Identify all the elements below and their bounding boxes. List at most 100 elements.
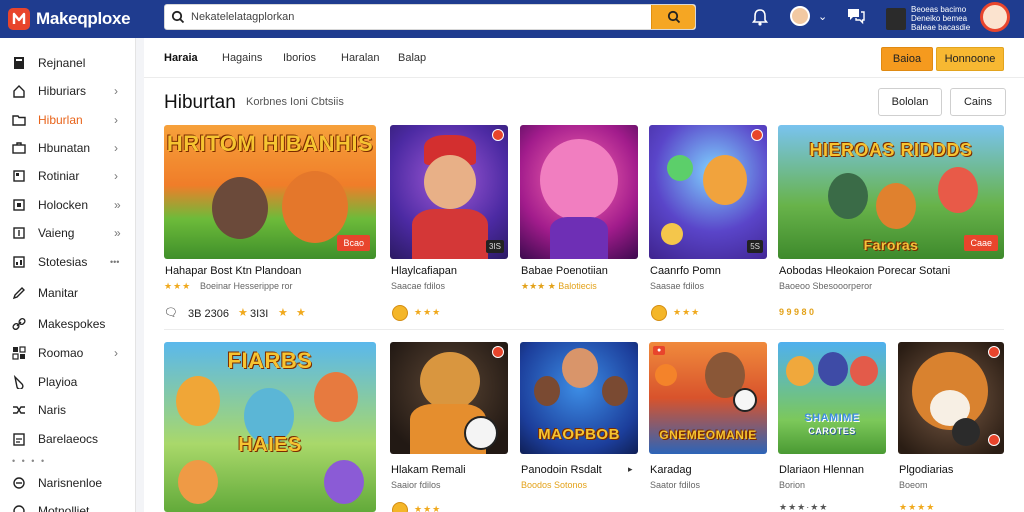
game-meta: Saator fdilos: [650, 480, 701, 490]
game-title: Hahapar Bost Ktn Plandoan: [165, 265, 302, 277]
app-logo[interactable]: Makeqploxe: [8, 8, 131, 30]
row-divider: [164, 329, 1004, 330]
game-banner-text: MAOPBOB: [538, 426, 620, 443]
logo-mark-icon: [8, 8, 30, 30]
game-badge: Bcao: [337, 235, 370, 251]
box-icon: [11, 197, 27, 213]
sidebar-item[interactable]: Naris: [0, 397, 136, 423]
book-icon: [11, 55, 27, 71]
game-banner-text: HIEROAS RIDDDS: [809, 140, 973, 160]
sidebar-item-label: Narisnenloe: [38, 476, 103, 490]
chevron-right-icon: ›: [114, 84, 118, 98]
sidebar-item-label: Makespokes: [38, 317, 106, 331]
tab-haralan[interactable]: Haralan: [341, 52, 380, 64]
sidebar-item[interactable]: Hiburlan ›: [0, 107, 136, 133]
main-content: Haraia Hagains Iborios Haralan Balap Bai…: [144, 38, 1024, 512]
sidebar-item[interactable]: Roomao ›: [0, 340, 136, 366]
primary-tab-button[interactable]: Baioa: [881, 47, 933, 71]
search-button[interactable]: [651, 5, 695, 29]
game-meta: Boodos Sotonos: [521, 480, 588, 490]
game-title: Aobodas Hleokaion Porecar Sotani: [779, 265, 951, 277]
home-icon: [11, 83, 27, 99]
search-icon: [165, 5, 191, 29]
tab-haraia[interactable]: Haraia: [164, 52, 198, 64]
sidebar-item[interactable]: Manitar: [0, 280, 136, 306]
game-banner-text: GNEMEOMANIE: [659, 428, 757, 442]
search-input[interactable]: Nekatelelatagplorkan: [191, 11, 651, 23]
tab-hagains[interactable]: Hagains: [222, 52, 262, 64]
chevron-right-icon: ›: [114, 346, 118, 360]
briefcase-icon: [11, 140, 27, 156]
sidebar-item-label: Naris: [38, 403, 67, 417]
grid-icon: [11, 345, 27, 361]
app-name: Makeqploxe: [36, 9, 131, 28]
account-line-2: Deneiko bemea: [911, 14, 968, 23]
game-meta: Borion: [779, 480, 806, 490]
sidebar-item[interactable]: Rotiniar ›: [0, 163, 136, 189]
tab-bar: Haraia Hagains Iborios Haralan Balap Bai…: [144, 38, 1024, 78]
shuffle-icon: [11, 402, 27, 418]
smiley-icon: [651, 305, 667, 321]
sidebar-item[interactable]: Playioa: [0, 369, 136, 395]
sidebar-item-label: Holocken: [38, 198, 89, 212]
rating-stars: ★★★: [164, 281, 192, 291]
sidebar-item[interactable]: Motnolliet: [0, 498, 136, 512]
rating-value: 9 9 9 8 0: [779, 307, 815, 317]
chevron-right-icon: •••: [110, 257, 120, 267]
card-icon: [11, 168, 27, 184]
chat-icon[interactable]: [846, 7, 866, 25]
sidebar-item[interactable]: Holocken »: [0, 192, 136, 218]
game-badge: 3IS: [485, 240, 504, 253]
game-banner-text: HRITOM HIBANHIS: [166, 131, 374, 156]
badge-icon: [492, 129, 504, 141]
game-thumbnail: HRITOM HIBANHIS Bcao: [164, 125, 376, 259]
sidebar-item[interactable]: Barelaeocs: [0, 426, 136, 452]
rating-stars: ★★★·★★: [779, 502, 829, 512]
game-meta: Boeom: [899, 480, 928, 490]
cains-button[interactable]: Cains: [950, 88, 1006, 116]
game-thumbnail: [520, 125, 638, 259]
smiley-icon: [392, 502, 408, 512]
sidebar-item[interactable]: Makespokes: [0, 311, 136, 337]
sidebar-item[interactable]: Hiburiars ›: [0, 78, 136, 104]
rating-stars: ★★★★: [899, 502, 936, 512]
sidebar-item[interactable]: Stotesias •••: [0, 249, 136, 275]
sidebar-item-label: Stotesias: [38, 255, 88, 269]
chevron-right-icon: »: [114, 198, 121, 212]
sidebar-item-label: Barelaeocs: [38, 432, 99, 446]
sidebar-item[interactable]: Rejnanel: [0, 50, 136, 76]
sidebar-item-label: Playioa: [38, 375, 78, 389]
sidebar-item-label: Hbunatan: [38, 141, 91, 155]
notification-icon[interactable]: [752, 7, 768, 27]
chart-icon: [11, 254, 27, 270]
game-title: Babae Poenotiian: [521, 265, 608, 277]
bololan-button[interactable]: Bololan: [878, 88, 942, 116]
tab-balap[interactable]: Balap: [398, 52, 426, 64]
avatar: [790, 6, 810, 26]
chevron-right-icon: ›: [114, 113, 118, 127]
folder-icon: [11, 112, 27, 128]
profile-avatar[interactable]: [980, 2, 1010, 32]
sidebar-item[interactable]: Hbunatan ›: [0, 135, 136, 161]
game-badge: Caae: [964, 235, 998, 251]
sidebar-item[interactable]: Vaieng »: [0, 220, 136, 246]
game-title: Panodoin Rsdalt: [521, 464, 602, 476]
account-summary[interactable]: Beoeas bacimo Deneiko bemea Baleae bacas…: [886, 5, 970, 32]
pen-icon: [11, 285, 27, 301]
user-menu[interactable]: ⌄: [790, 6, 827, 26]
game-meta: Saacae fdilos: [391, 281, 446, 291]
sidebar-item-label: Motnolliet: [38, 504, 90, 512]
search-bar[interactable]: Nekatelelatagplorkan: [164, 4, 696, 30]
sidebar-item-label: Vaieng: [38, 226, 75, 240]
tab-iborios[interactable]: Iborios: [283, 52, 316, 64]
link-icon: [11, 316, 27, 332]
secondary-tab-button[interactable]: Honnoone: [936, 47, 1004, 71]
game-meta: Saaior fdilos: [391, 480, 441, 490]
sidebar-item[interactable]: Narisnenloe: [0, 470, 136, 496]
game-meta: Saasae fdilos: [650, 281, 705, 291]
page-subtitle: Korbnes Ioni Cbtsiis: [246, 96, 344, 108]
badge-icon: [988, 434, 1000, 446]
game-thumbnail: [390, 342, 508, 454]
clipboard-icon: [11, 431, 27, 447]
chevron-right-icon[interactable]: ▸: [628, 464, 633, 475]
